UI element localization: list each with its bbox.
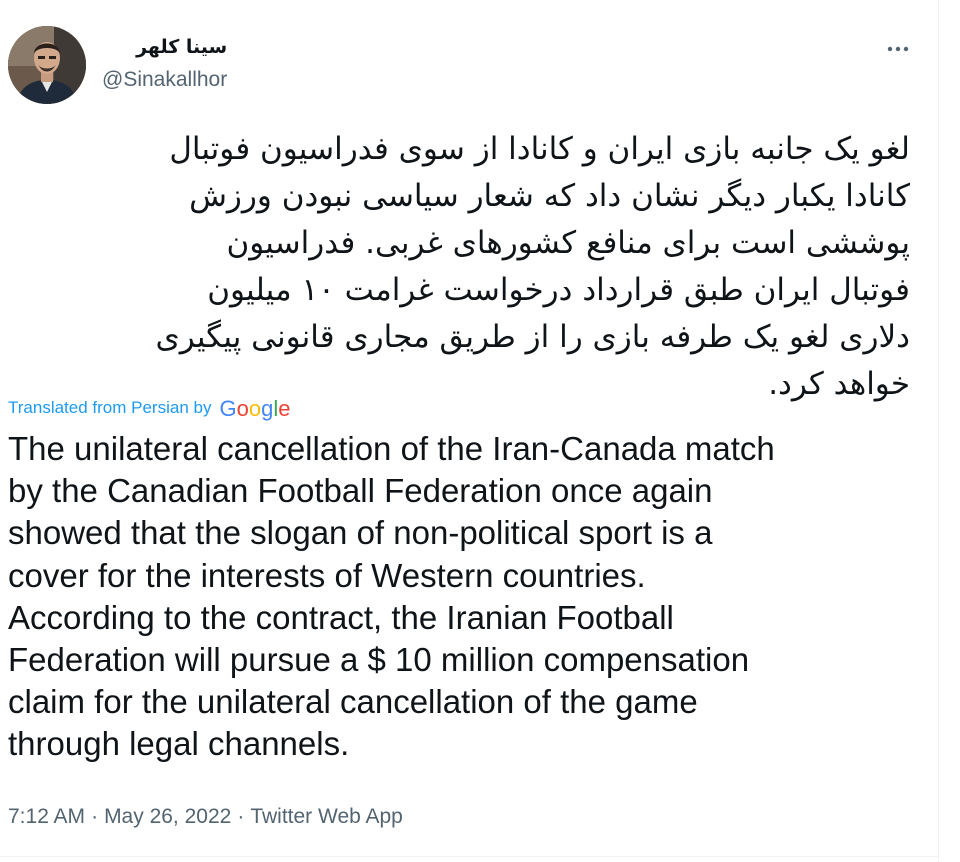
ellipsis-icon [887,46,909,52]
more-options-button[interactable] [878,34,918,64]
tweet-source[interactable]: Twitter Web App [250,805,403,828]
google-logo: Google [219,396,291,421]
avatar-image [8,26,86,104]
meta-separator: · [91,805,99,828]
tweet-text-translation: The unilateral cancellation of the Iran-… [8,428,918,766]
avatar[interactable] [8,26,86,104]
english-line: According to the contract, the Iranian F… [8,598,674,636]
tweet-card: سینا کلهر @Sinakallhor لغو یک جانبه بازی… [0,0,938,862]
english-line: The unilateral cancellation of the Iran-… [8,430,775,467]
tweet-meta: 7:12 AM · May 26, 2022 · Twitter Web App [8,802,403,832]
english-line: through legal channels. [8,725,350,763]
english-line: by the Canadian Football Federation once… [8,472,713,510]
translation-label[interactable]: Translated from Persian by [8,398,211,418]
persian-line: کانادا یکبار دیگر نشان داد که شعار سیاسی… [189,178,910,214]
author-display-name[interactable]: سینا کلهر [102,34,227,60]
persian-line: دلاری لغو یک طرفه بازی را از طریق مجاری … [155,319,911,355]
author-handle[interactable]: @Sinakallhor [102,66,227,94]
persian-line: لغو یک جانبه بازی ایران و کانادا از سوی … [169,131,910,167]
divider [938,0,939,862]
tweet-time[interactable]: 7:12 AM [8,805,85,828]
persian-line: فوتبال ایران طبق قرارداد درخواست غرامت ۱… [207,272,910,308]
tweet-header: سینا کلهر @Sinakallhor [8,24,928,104]
tweet-text-persian: لغو یک جانبه بازی ایران و کانادا از سوی … [10,126,911,408]
english-line: Federation will pursue a $ 10 million co… [8,641,750,679]
english-line: claim for the unilateral cancellation of… [8,683,698,721]
divider [0,856,938,857]
author-names: سینا کلهر @Sinakallhor [102,34,227,94]
english-line: cover for the interests of Western count… [8,556,646,594]
english-line: showed that the slogan of non-political … [8,514,713,552]
persian-line: پوششی است برای منافع کشورهای غربی. فدراس… [226,225,910,261]
tweet-date[interactable]: May 26, 2022 [104,805,231,828]
meta-separator: · [237,805,245,828]
translation-attribution[interactable]: Translated from Persian by Google [8,393,290,423]
